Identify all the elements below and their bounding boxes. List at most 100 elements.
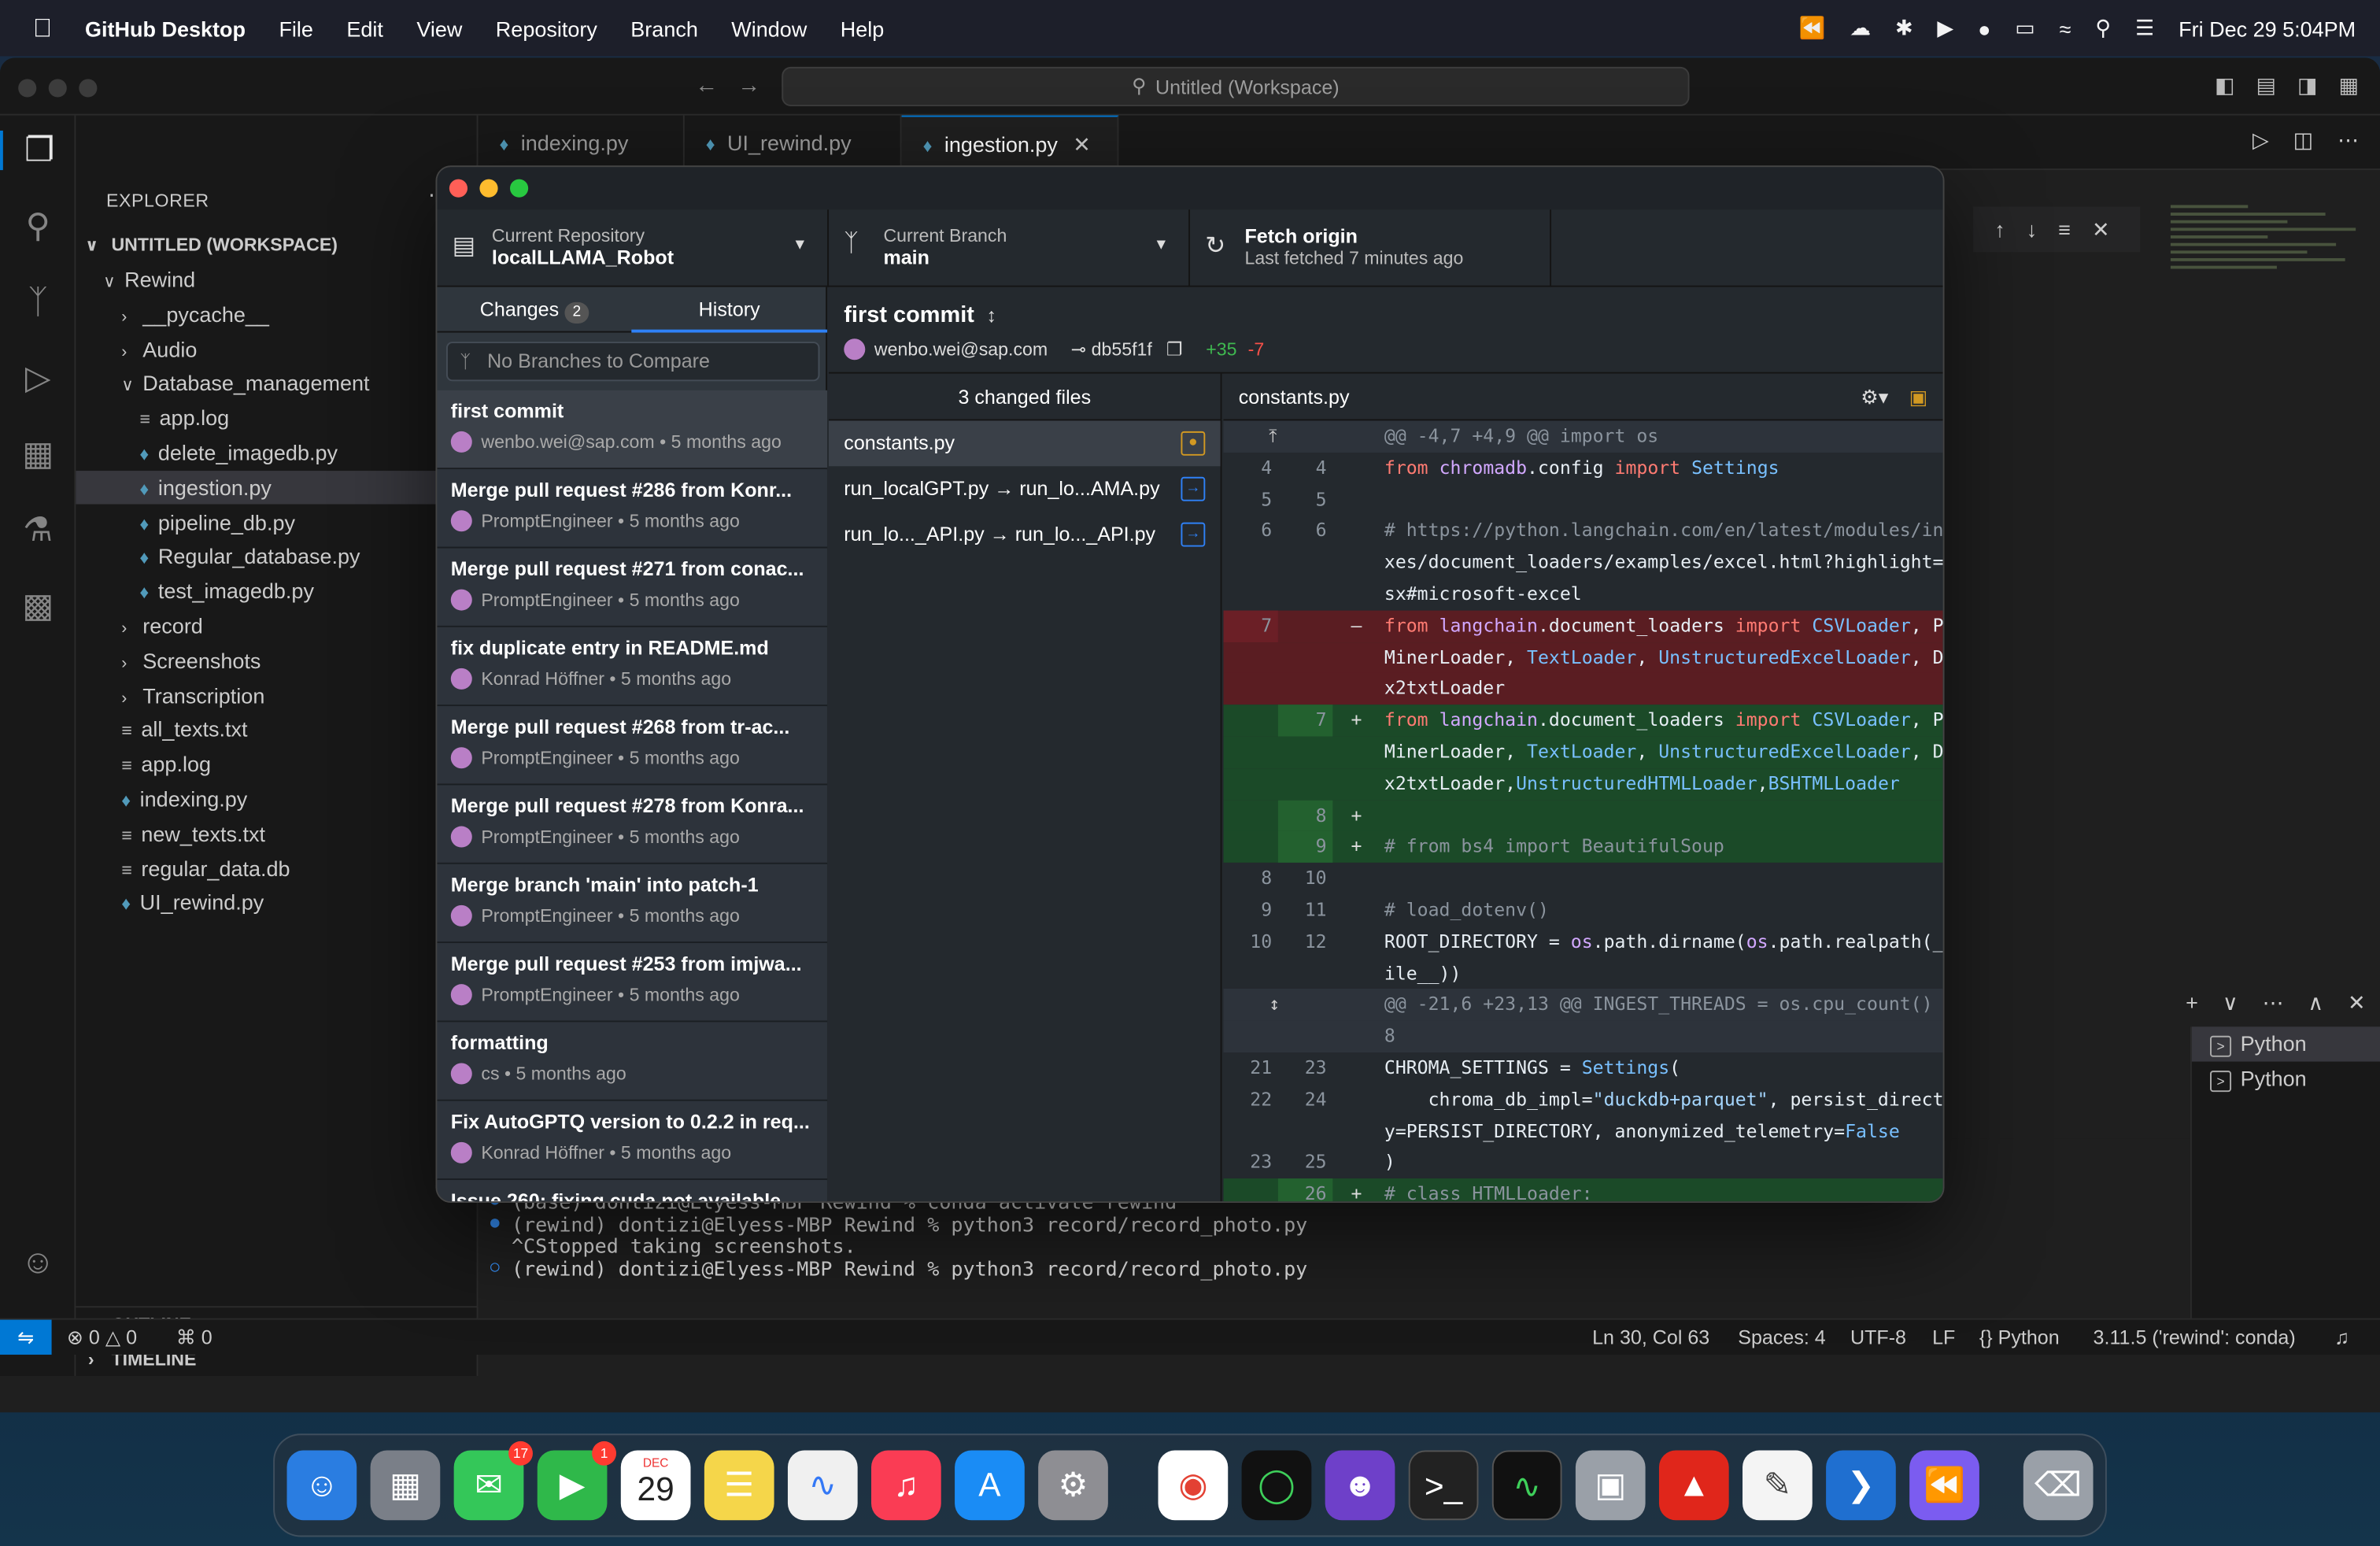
diff-line[interactable]: 9 11 # load_dotenv() [1223,894,1942,926]
diff-line[interactable]: 8 + [1223,799,1943,832]
gear-icon[interactable]: ⚙▾ [1861,386,1888,409]
acrobat-icon[interactable]: ▲ [1658,1450,1729,1521]
control-center-icon[interactable]: ☰ [2135,15,2154,41]
diff-line[interactable]: ile__)) [1223,958,1942,990]
terminal-view-icon[interactable]: ▩ [0,586,76,626]
next-match-icon[interactable]: ↓ [2027,217,2038,242]
branch-compare-input[interactable]: ᛉ No Branches to Compare [446,342,820,382]
menu-window[interactable]: Window [731,16,807,40]
menu-view[interactable]: View [416,16,462,40]
more-terminal-actions-icon[interactable]: ⋯ [2262,990,2283,1016]
explorer-icon[interactable]: ❐ [0,130,76,171]
app-name-menu[interactable]: GitHub Desktop [85,16,246,40]
close-window-button[interactable] [18,79,37,98]
trash-icon[interactable]: ⌫ [2023,1450,2094,1521]
tree-item[interactable]: ∨ Database_management [76,367,478,400]
split-editor-icon[interactable]: ◫ [2293,128,2314,153]
tree-item[interactable]: ≡ regular_data.db [76,852,478,885]
zoom-window-button[interactable] [79,79,98,98]
eol-status[interactable]: LF [1932,1320,1955,1355]
commit-list-item[interactable]: Merge pull request #271 from conac... Pro… [437,548,828,627]
cursor-position[interactable]: Ln 30, Col 63 [1592,1320,1709,1355]
diff-line[interactable]: 7 – from langchain.document_loaders import… [1223,610,1943,642]
commit-list-item[interactable]: Merge pull request #286 from Konr... Prom… [437,469,828,549]
activity-app-icon[interactable]: ◯ [1241,1450,1312,1521]
tree-item[interactable]: ♦ Regular_database.py [76,540,478,573]
diff-line[interactable]: 23 25) [1223,1147,1942,1179]
menu-repository[interactable]: Repository [496,16,597,40]
encoding-status[interactable]: UTF-8 [1850,1320,1906,1355]
diff-line[interactable]: x2txtLoader [1223,673,1943,705]
gh-minimize-button[interactable] [479,179,498,198]
tab-ui-rewind[interactable]: ♦ UI_rewind.py [685,115,902,171]
remote-indicator-icon[interactable]: ⇋ [0,1319,52,1355]
current-repository-button[interactable]: ▤ Current Repository localLLAMA_Robot ▼ [437,209,830,287]
app-store-icon[interactable]: A [955,1450,1025,1521]
diff-line[interactable]: 8 [1223,1020,1943,1053]
changed-file-row[interactable]: constants.py ● [829,420,1221,467]
testing-icon[interactable]: ⚗ [0,510,76,549]
menu-file[interactable]: File [279,16,313,40]
language-mode[interactable]: {} Python [1979,1320,2060,1355]
terminal-session[interactable]: > Python [2191,1026,2380,1062]
close-panel-icon[interactable]: ✕ [2348,990,2366,1016]
diff-line[interactable]: 8 10 [1223,863,1942,895]
diff-line[interactable]: @@ -21,6 +23,13 @@ INGEST_THREADS = os.c… [1223,989,1943,1022]
tree-item[interactable]: ♦ indexing.py [76,782,478,816]
search-icon[interactable]: ⚲ [0,206,76,246]
tree-item[interactable]: › record [76,609,478,642]
vscode-icon[interactable]: ❯ [1826,1450,1896,1521]
diff-line[interactable]: 9 + # from bs4 import BeautifulSoup [1223,831,1943,864]
tree-item[interactable]: ≡ new_texts.txt [76,817,478,850]
toggle-sidebar-icon[interactable]: ◧ [2215,73,2235,99]
problems-status[interactable]: ⊗ 0 △ 0 [67,1320,137,1355]
maximize-panel-icon[interactable]: ∧ [2308,990,2323,1016]
more-editor-actions-icon[interactable]: ⋯ [2338,128,2359,153]
chevron-down-icon[interactable]: ∨ [2223,990,2238,1016]
tree-item[interactable]: ♦ UI_rewind.py [76,886,478,919]
creative-cloud-icon[interactable]: ☁ [1850,15,1871,41]
finder-icon[interactable]: ☺ [286,1450,357,1521]
gh-close-button[interactable] [449,179,468,198]
expand-icon[interactable]: ↕ [986,304,996,327]
commit-list-item[interactable]: Merge pull request #268 from tr-ac... Pro… [437,706,828,786]
terminal-app-icon[interactable]: >_ [1408,1450,1479,1521]
new-terminal-icon[interactable]: + [2186,990,2198,1016]
expand-hunk-icon[interactable]: ↕ [1269,989,1280,1022]
changed-file-row[interactable]: run_localGPT.py → run_lo...AMA.py → [829,466,1221,512]
tab-indexing[interactable]: ♦ indexing.py [479,115,685,171]
menu-branch[interactable]: Branch [630,16,698,40]
diff-line[interactable]: 26 + # class HTMLLoader: [1223,1178,1943,1202]
changed-file-row[interactable]: run_lo..._API.py → run_lo..._API.py → [829,512,1221,557]
toggle-secondary-sidebar-icon[interactable]: ◨ [2297,73,2318,99]
user-icon[interactable]: ● [1978,16,1990,40]
battery-icon[interactable]: ▭ [2015,15,2035,41]
freeform-icon[interactable]: ∿ [787,1450,858,1521]
tree-item[interactable]: ♦ delete_imagedb.py [76,436,478,469]
commit-list-item[interactable]: Merge pull request #253 from imjwa... Pro… [437,943,828,1023]
tree-item[interactable]: › Audio [76,332,478,365]
copy-icon[interactable]: ❐ [1166,338,1183,360]
commit-list-item[interactable]: Merge pull request #278 from Konra... Pro… [437,785,828,864]
command-center-search[interactable]: ⚲ Untitled (Workspace) [782,66,1690,107]
github-desktop-icon[interactable]: ☻ [1325,1450,1395,1521]
launchpad-icon[interactable]: ▦ [370,1450,441,1521]
minimize-window-button[interactable] [48,79,67,98]
forward-arrow-icon[interactable]: → [737,73,760,99]
database-app-icon[interactable]: ▣ [1575,1450,1646,1521]
source-control-icon[interactable]: ᛉ [0,283,76,322]
diff-line[interactable]: @@ -4,7 +4,9 @@ import os ⤒ [1223,420,1943,453]
current-branch-button[interactable]: ᛉ Current Branch main ▼ [829,209,1191,287]
run-python-icon[interactable]: ▷ [2252,128,2269,153]
diff-line[interactable]: 4 4 from chromadb.config import Settings [1223,453,1942,485]
tab-changes[interactable]: Changes 2 [437,287,631,333]
spotlight-search-icon[interactable]: ⚲ [2095,15,2111,41]
commit-list-item[interactable]: first commit wenbo.wei@sap.com • 5 months… [437,390,828,470]
close-find-icon[interactable]: ✕ [2092,216,2110,242]
calendar-icon[interactable]: DEC 29 [620,1450,691,1521]
tree-item[interactable]: › __pycache__ [76,298,478,331]
system-settings-icon[interactable]: ⚙ [1038,1450,1108,1521]
tab-ingestion[interactable]: ♦ ingestion.py ✕ [901,115,1119,171]
tree-item[interactable]: ∨ Rewind [76,263,478,296]
menu-edit[interactable]: Edit [346,16,383,40]
